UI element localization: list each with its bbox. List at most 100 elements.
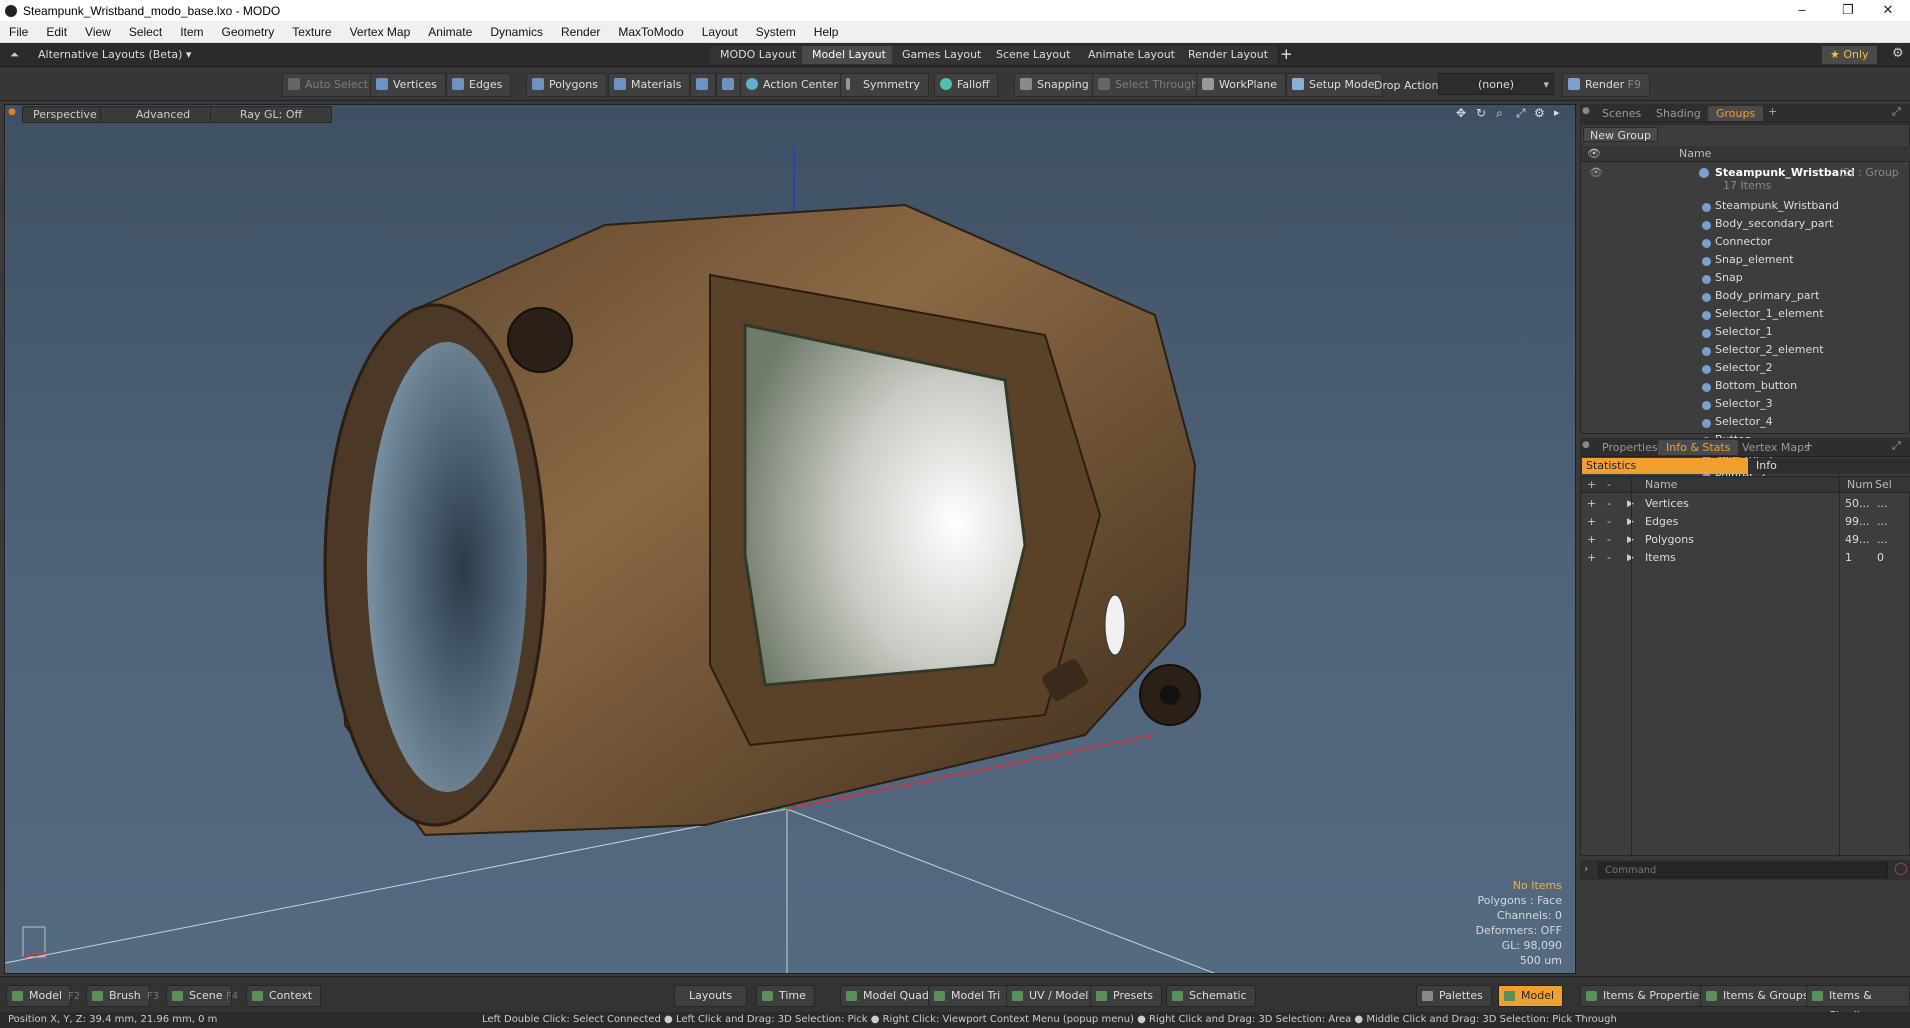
setup-mode-button[interactable]: Setup Mode [1286, 73, 1384, 97]
group-item-row[interactable]: Selector_1_element [1581, 305, 1899, 323]
zoom-icon[interactable]: ⌕ [1496, 106, 1503, 121]
group-item-row[interactable]: Snap_element [1581, 251, 1899, 269]
menu-geometry[interactable]: Geometry [213, 25, 284, 39]
palettes-button[interactable]: Palettes [1416, 985, 1492, 1007]
tab-info-stats[interactable]: Info & Stats [1658, 440, 1739, 455]
group-item-row[interactable]: Selector_1 [1581, 323, 1899, 341]
polygons-button[interactable]: Polygons [526, 73, 607, 97]
drop-action-select[interactable]: (none) ▾ [1438, 73, 1554, 95]
model-quad-button[interactable]: Model Quad [840, 985, 938, 1007]
group-item-row[interactable]: Selector_4 [1581, 413, 1899, 431]
model-tri-button[interactable]: Model Tri [928, 985, 1010, 1007]
items-groups-button[interactable]: Items & Groups [1700, 985, 1818, 1007]
presets-button[interactable]: Presets [1090, 985, 1163, 1007]
time-button[interactable]: Time [756, 985, 815, 1007]
info-tab[interactable]: Info [1756, 458, 1777, 474]
expand-panel-icon[interactable]: ⤢ [1892, 105, 1901, 119]
tab-modo-layout[interactable]: MODO Layout [710, 46, 808, 64]
close-icon[interactable]: ✕ [1866, 0, 1910, 21]
add-layout-button[interactable]: + [1280, 45, 1293, 63]
fit-view-icon[interactable]: ⤢ [1516, 106, 1526, 121]
items-shading-button[interactable]: Items & Shading [1806, 985, 1910, 1022]
group-item-row[interactable]: Connector [1581, 233, 1899, 251]
tab-render-layout[interactable]: Render Layout [1178, 46, 1280, 64]
layouts-button[interactable]: Layouts [674, 985, 748, 1007]
row-expand-icon[interactable]: + [1587, 513, 1596, 531]
model-layout-button[interactable]: Model [1498, 985, 1564, 1007]
model-mode-button[interactable]: Model [6, 985, 72, 1007]
render-button[interactable]: Render F9 [1562, 73, 1650, 97]
menu-texture[interactable]: Texture [283, 25, 340, 39]
uv-model-button[interactable]: UV / Model [1006, 985, 1098, 1007]
tab-shading[interactable]: Shading [1648, 106, 1709, 121]
panel-menu-icon[interactable]: ● [1582, 106, 1590, 116]
only-button[interactable]: ★ Only [1822, 46, 1877, 64]
add-tab-icon[interactable]: + [1804, 439, 1813, 452]
add-tab-icon[interactable]: + [1768, 105, 1777, 118]
row-collapse-icon[interactable]: - [1607, 513, 1611, 531]
group-item-row[interactable]: Body_primary_part [1581, 287, 1899, 305]
menu-view[interactable]: View [76, 25, 120, 39]
collapse-icon[interactable]: ⏶ [10, 48, 19, 62]
viewport-settings-icon[interactable]: ⚙ [1534, 106, 1545, 120]
snapping-button[interactable]: Snapping [1014, 73, 1098, 97]
tab-properties[interactable]: Properties [1594, 440, 1666, 455]
viewport-menu-icon[interactable]: ● [8, 107, 16, 117]
workplane-button[interactable]: WorkPlane [1196, 73, 1287, 97]
group-item-row[interactable]: Snap [1581, 269, 1899, 287]
menu-edit[interactable]: Edit [37, 25, 76, 39]
panel-menu-icon[interactable]: ● [1582, 440, 1590, 450]
raygl-button[interactable]: Ray GL: Off [210, 106, 332, 123]
collapse-all-icon[interactable]: - [1607, 478, 1611, 491]
materials-button[interactable]: Materials [608, 73, 691, 97]
group-item-row[interactable]: Selector_2 [1581, 359, 1899, 377]
perspective-button[interactable]: Perspective [22, 106, 108, 123]
tab-games-layout[interactable]: Games Layout [892, 46, 993, 64]
menu-select[interactable]: Select [120, 25, 171, 39]
group-item-row[interactable]: Selector_3 [1581, 395, 1899, 413]
menu-system[interactable]: System [747, 25, 805, 39]
expand-panel-icon[interactable]: ⤢ [1892, 439, 1901, 453]
new-group-button[interactable]: New Group [1583, 127, 1658, 142]
select-through-button[interactable]: Select Through [1092, 73, 1208, 97]
auto-select-button[interactable]: Auto Select [282, 73, 377, 97]
row-expand-icon[interactable]: + [1587, 495, 1596, 513]
advanced-button[interactable]: Advanced [100, 106, 226, 123]
row-collapse-icon[interactable]: - [1607, 549, 1611, 567]
record-icon[interactable]: ◯ [1894, 861, 1907, 875]
tab-groups[interactable]: Groups [1708, 106, 1764, 121]
action-center-button[interactable]: Action Center [740, 73, 847, 97]
menu-animate[interactable]: Animate [419, 25, 481, 39]
selection-shield-button[interactable] [690, 73, 716, 97]
gear-icon[interactable]: ⚙ [1892, 46, 1904, 61]
schematic-button[interactable]: Schematic [1166, 985, 1256, 1007]
tab-scene-layout[interactable]: Scene Layout [986, 46, 1082, 64]
selection-shield-2-button[interactable] [716, 73, 742, 97]
row-expand-icon[interactable]: + [1587, 549, 1596, 567]
context-button[interactable]: Context [246, 985, 322, 1007]
tab-model-layout[interactable]: Model Layout [802, 46, 897, 64]
group-item-row[interactable]: Steampunk_Wristband [1581, 197, 1899, 215]
falloff-button[interactable]: Falloff [934, 73, 999, 97]
row-collapse-icon[interactable]: - [1607, 531, 1611, 549]
menu-help[interactable]: Help [805, 25, 848, 39]
menu-layout[interactable]: Layout [693, 25, 747, 39]
expand-arrow-icon[interactable]: ▸ [1554, 106, 1560, 119]
menu-file[interactable]: File [0, 25, 37, 39]
items-properties-button[interactable]: Items & Properties [1580, 985, 1714, 1007]
group-item-row[interactable]: Bottom_button [1581, 377, 1899, 395]
scene-mode-button[interactable]: Scene [166, 985, 232, 1007]
tab-animate-layout[interactable]: Animate Layout [1078, 46, 1186, 64]
statistics-tab[interactable]: Statistics [1582, 458, 1748, 474]
move-view-icon[interactable]: ✥ [1456, 106, 1466, 120]
menu-render[interactable]: Render [552, 25, 609, 39]
minimize-icon[interactable]: – [1780, 0, 1824, 21]
tab-scenes[interactable]: Scenes [1594, 106, 1649, 121]
menu-item[interactable]: Item [171, 25, 212, 39]
alternative-layouts-dropdown[interactable]: Alternative Layouts (Beta) ▾ [38, 48, 191, 61]
restore-icon[interactable]: ❐ [1826, 0, 1870, 21]
brush-mode-button[interactable]: Brush [86, 985, 150, 1007]
menu-vertex-map[interactable]: Vertex Map [341, 25, 420, 39]
menu-maxtomodo[interactable]: MaxToModo [609, 25, 692, 39]
edges-button[interactable]: Edges [446, 73, 512, 97]
